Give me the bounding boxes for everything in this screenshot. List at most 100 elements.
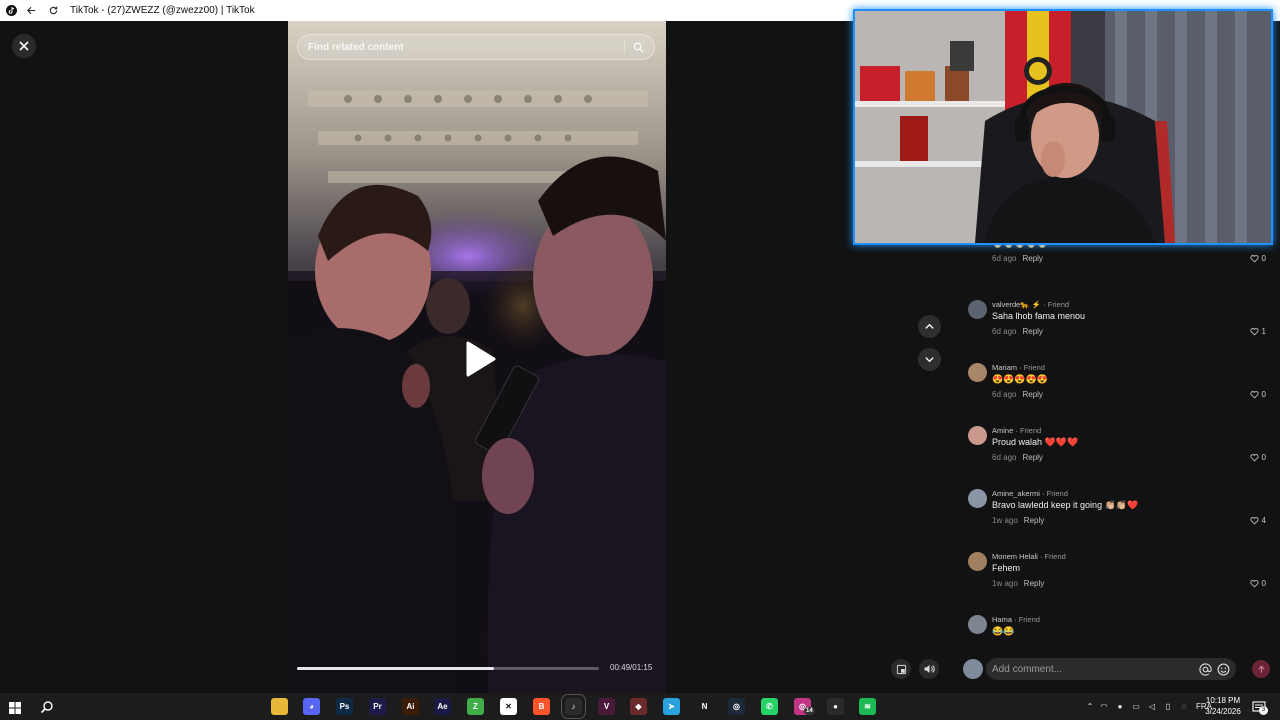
like-button[interactable]: 0 bbox=[1250, 579, 1266, 588]
comment-composer bbox=[986, 658, 1236, 680]
search-icon[interactable] bbox=[633, 42, 644, 53]
avatar[interactable] bbox=[968, 426, 987, 445]
after-effects-icon[interactable]: Ae bbox=[434, 698, 451, 715]
picture-in-picture-button[interactable] bbox=[891, 659, 911, 679]
like-button[interactable]: 1 bbox=[1250, 327, 1266, 336]
battery-icon[interactable]: ▯ bbox=[1160, 702, 1176, 711]
related-search-bar bbox=[297, 34, 655, 60]
mention-icon[interactable] bbox=[1199, 662, 1212, 676]
reply-button[interactable]: Reply bbox=[1024, 516, 1044, 525]
reply-button[interactable]: Reply bbox=[1022, 327, 1042, 336]
capcut-icon[interactable]: ✕ bbox=[500, 698, 517, 715]
related-search-input[interactable] bbox=[308, 41, 624, 53]
wifi-icon[interactable]: ◠ bbox=[1096, 702, 1112, 711]
volume-button[interactable] bbox=[919, 659, 939, 679]
comment-text: Saha lhob fama menou bbox=[992, 311, 1086, 321]
comment-author[interactable]: Amine · Friend bbox=[992, 426, 1041, 435]
comment-item: Mariam · Friend 😍😍😍😍😍 6d ago Reply 0 bbox=[966, 363, 1270, 423]
avatar[interactable] bbox=[968, 615, 987, 634]
comment-author[interactable]: Mariam · Friend bbox=[992, 363, 1045, 372]
avatar[interactable] bbox=[968, 300, 987, 319]
comment-author[interactable]: Hama · Friend bbox=[992, 615, 1040, 624]
clock-time: 10:18 PM bbox=[1205, 696, 1241, 705]
chevron-down-icon bbox=[925, 357, 934, 363]
heart-icon bbox=[1250, 328, 1259, 336]
reply-button[interactable]: Reply bbox=[1022, 254, 1042, 263]
microphone-icon[interactable]: ● bbox=[1112, 702, 1128, 711]
telegram-icon[interactable]: ➤ bbox=[663, 698, 680, 715]
post-comment-button[interactable] bbox=[1252, 660, 1270, 678]
video-progress-bar[interactable] bbox=[297, 667, 599, 670]
reply-button[interactable]: Reply bbox=[1022, 390, 1042, 399]
comment-input[interactable] bbox=[992, 663, 1195, 675]
netflix-icon[interactable]: N bbox=[696, 698, 713, 715]
vegas-icon[interactable]: V bbox=[598, 698, 615, 715]
like-count: 0 bbox=[1261, 579, 1266, 588]
notification-badge: 3 bbox=[1259, 706, 1268, 715]
comment-meta: 6d ago Reply bbox=[992, 390, 1043, 399]
comment-author[interactable]: Amine_akermi · Friend bbox=[992, 489, 1068, 498]
like-button[interactable]: 0 bbox=[1250, 390, 1266, 399]
network-icon[interactable]: ◌ bbox=[1176, 702, 1192, 711]
heart-icon bbox=[1250, 454, 1259, 462]
obs-icon[interactable]: ● bbox=[827, 698, 844, 715]
premiere-icon[interactable]: Pr bbox=[369, 698, 386, 715]
video-player[interactable]: 00:49/01:15 bbox=[288, 21, 666, 693]
comment-text: Bravo lawledd keep it going 👏🏼👏🏼❤️ bbox=[992, 500, 1139, 510]
comment-meta: 6d ago Reply bbox=[992, 453, 1043, 462]
heart-icon bbox=[1250, 580, 1259, 588]
comment-item: 🔥🔥🔥🔥🔥6d agoReply0 bbox=[966, 244, 1270, 298]
previous-video-button[interactable] bbox=[918, 315, 941, 338]
comment-list[interactable]: 🔥🔥🔥🔥🔥6d agoReply0valverde🐆 ⚡ · FriendSah… bbox=[966, 244, 1270, 648]
instagram-badge: 14 bbox=[804, 707, 815, 715]
discord-icon[interactable]: ◕ bbox=[303, 698, 320, 715]
steam-icon[interactable]: ◎ bbox=[728, 698, 745, 715]
emoji-icon[interactable] bbox=[1217, 663, 1230, 676]
instagram-icon[interactable]: ◎ 14 bbox=[794, 698, 815, 715]
comment-age: 6d ago bbox=[992, 254, 1017, 263]
comment-age: 6d ago bbox=[992, 390, 1017, 399]
reload-icon[interactable] bbox=[44, 0, 62, 21]
comment-item: Monem Helali · Friend Fehem 1w ago Reply 0 bbox=[966, 552, 1270, 612]
avatar[interactable] bbox=[968, 552, 987, 571]
display-icon[interactable]: ▭ bbox=[1128, 702, 1144, 711]
comment-item: Amine · Friend Proud walah ❤️❤️❤️ 6d ago Re… bbox=[966, 426, 1270, 486]
back-arrow-icon[interactable] bbox=[22, 0, 40, 21]
app-green-icon[interactable]: Z bbox=[467, 698, 484, 715]
tiktok-icon[interactable]: ♪ bbox=[561, 694, 586, 719]
illustrator-icon[interactable]: Ai bbox=[402, 698, 419, 715]
heart-icon bbox=[1250, 391, 1259, 399]
close-button[interactable] bbox=[12, 34, 36, 58]
comment-author[interactable]: Monem Helali · Friend bbox=[992, 552, 1066, 561]
game-icon[interactable]: ◆ bbox=[630, 698, 647, 715]
like-count: 0 bbox=[1261, 254, 1266, 263]
play-icon[interactable] bbox=[458, 339, 498, 379]
avatar[interactable] bbox=[968, 363, 987, 382]
like-button[interactable]: 0 bbox=[1250, 254, 1266, 263]
reply-button[interactable]: Reply bbox=[1024, 579, 1044, 588]
window-title: TikTok - (27)ZWEZZ (@zwezz00) | TikTok bbox=[70, 5, 255, 16]
photoshop-icon[interactable]: Ps bbox=[336, 698, 353, 715]
avatar[interactable] bbox=[968, 489, 987, 508]
notification-center-button[interactable]: 3 bbox=[1252, 700, 1268, 715]
like-count: 1 bbox=[1261, 327, 1266, 336]
spotify-icon[interactable]: ≋ bbox=[859, 698, 876, 715]
close-icon bbox=[19, 41, 29, 51]
tray-chevron-icon[interactable]: ⌃ bbox=[1084, 702, 1096, 711]
comment-author[interactable]: valverde🐆 ⚡ · Friend bbox=[992, 300, 1069, 309]
reply-button[interactable]: Reply bbox=[1022, 453, 1042, 462]
file-explorer-icon[interactable] bbox=[271, 698, 288, 715]
taskbar-clock[interactable]: 10:18 PM 3/24/2026 bbox=[1198, 695, 1248, 717]
brave-icon[interactable]: B bbox=[533, 698, 550, 715]
like-button[interactable]: 4 bbox=[1250, 516, 1266, 525]
comment-text: 😂😂 bbox=[992, 626, 1015, 636]
start-button[interactable] bbox=[9, 701, 21, 714]
whatsapp-icon[interactable]: ✆ bbox=[761, 698, 778, 715]
taskbar-search-button[interactable] bbox=[40, 700, 54, 714]
speaker-icon[interactable]: ◁ bbox=[1144, 702, 1160, 711]
like-button[interactable]: 0 bbox=[1250, 453, 1266, 462]
comment-text: Fehem bbox=[992, 563, 1021, 573]
heart-icon bbox=[1250, 517, 1259, 525]
comment-meta: 1w ago Reply bbox=[992, 516, 1044, 525]
next-video-button[interactable] bbox=[918, 348, 941, 371]
